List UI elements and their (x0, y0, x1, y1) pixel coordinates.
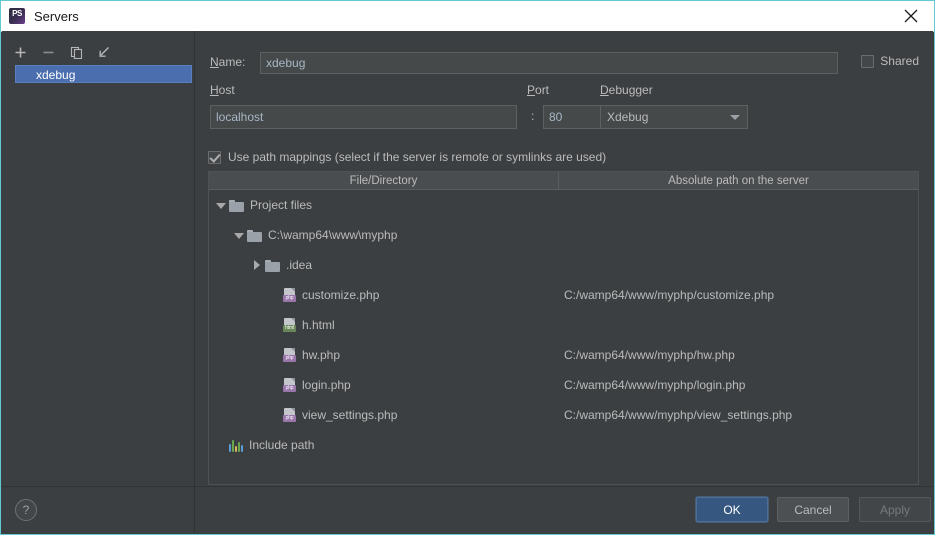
dialog-body: xdebug Name: Shared Host Port Debugger (2, 31, 933, 533)
add-server-button[interactable] (10, 42, 30, 62)
cell-file-directory: html h.html (209, 318, 559, 332)
chevron-down-icon (723, 106, 747, 128)
shared-checkbox-label: Shared (880, 54, 919, 68)
host-port-debugger-row: : Xdebug (210, 105, 919, 129)
table-row[interactable]: .idea (209, 250, 918, 280)
footer-divider (2, 486, 933, 487)
name-row: Name: Shared (210, 52, 919, 74)
table-row[interactable]: html h.html (209, 310, 918, 340)
port-input[interactable] (543, 105, 606, 129)
window-title: Servers (34, 8, 79, 24)
folder-icon (265, 259, 280, 272)
table-row[interactable]: Project files (209, 190, 918, 220)
cell-absolute-path[interactable]: C:/wamp64/www/myphp/view_settings.php (559, 408, 918, 422)
servers-dialog: PS Servers xdebug Name: xdebug Shared Ho… (0, 0, 935, 535)
server-list-item-label: xdebug (36, 68, 76, 82)
chevron-down-icon[interactable] (233, 230, 244, 241)
php-file-icon: php (283, 288, 296, 302)
cell-absolute-path[interactable]: C:/wamp64/www/myphp/hw.php (559, 348, 918, 362)
table-row[interactable]: php view_settings.php C:/wamp64/www/myphp/… (209, 400, 918, 430)
servers-left-panel: xdebug (2, 31, 195, 533)
host-label: Host (210, 83, 235, 97)
column-header-absolute-path[interactable]: Absolute path on the server (559, 172, 918, 189)
debugger-select[interactable]: Xdebug (600, 105, 748, 129)
twisty-placeholder (215, 440, 226, 451)
cell-file-directory: Project files (209, 198, 559, 212)
table-header-row: File/Directory Absolute path on the serv… (209, 172, 918, 190)
table-row[interactable]: Include path (209, 430, 918, 460)
host-port-debugger-labels: Host Port Debugger (210, 83, 919, 99)
host-port-separator: : (531, 109, 535, 123)
cell-file-directory: php login.php (209, 378, 559, 392)
server-list-toolbar (10, 41, 114, 63)
shared-checkbox-box (861, 54, 875, 68)
ok-button[interactable]: OK (696, 497, 768, 522)
twisty-placeholder (269, 410, 280, 421)
folder-icon (229, 199, 244, 212)
row-label: customize.php (302, 288, 380, 302)
apply-button[interactable]: Apply (859, 497, 931, 522)
cell-file-directory: php customize.php (209, 288, 559, 302)
port-label: Port (527, 83, 550, 97)
row-label: C:\wamp64\www\myphp (268, 228, 398, 242)
use-path-mappings-checkbox[interactable]: Use path mappings (select if the server … (208, 150, 606, 164)
name-input[interactable] (260, 52, 838, 74)
cancel-button[interactable]: Cancel (777, 497, 849, 522)
twisty-placeholder (269, 350, 280, 361)
column-header-file-directory[interactable]: File/Directory (209, 172, 559, 189)
import-server-button[interactable] (94, 42, 114, 62)
row-label: h.html (302, 318, 335, 332)
shared-checkbox[interactable]: Shared (861, 54, 919, 68)
table-row[interactable]: php hw.php C:/wamp64/www/myphp/hw.php (209, 340, 918, 370)
use-path-mappings-checkbox-box (208, 150, 221, 164)
cell-file-directory: .idea (209, 258, 559, 272)
name-label: Name: (210, 55, 246, 69)
twisty-placeholder (269, 380, 280, 391)
twisty-placeholder (269, 320, 280, 331)
row-label: hw.php (302, 348, 341, 362)
host-input[interactable] (210, 105, 517, 129)
path-mappings-table: File/Directory Absolute path on the serv… (208, 171, 919, 485)
cell-file-directory: C:\wamp64\www\myphp (209, 228, 559, 242)
chevron-right-icon[interactable] (251, 259, 262, 271)
cell-absolute-path[interactable]: C:/wamp64/www/myphp/login.php (559, 378, 918, 392)
table-row[interactable]: php customize.php C:/wamp64/www/myphp/cust… (209, 280, 918, 310)
chevron-down-icon[interactable] (215, 200, 226, 211)
row-label: login.php (302, 378, 351, 392)
include-path-icon (229, 439, 243, 452)
server-list-item-xdebug[interactable]: xdebug (15, 65, 192, 83)
folder-icon (247, 229, 262, 242)
row-label: Project files (250, 198, 313, 212)
twisty-placeholder (269, 290, 280, 301)
cell-absolute-path[interactable]: C:/wamp64/www/myphp/customize.php (559, 288, 918, 302)
php-file-icon: php (283, 378, 296, 392)
html-file-icon: html (283, 318, 296, 332)
server-details-panel: Name: Shared Host Port Debugger : Xdebug (195, 31, 933, 533)
row-label: Include path (249, 438, 315, 452)
cell-file-directory: php view_settings.php (209, 408, 559, 422)
use-path-mappings-label: Use path mappings (select if the server … (228, 150, 607, 164)
server-list: xdebug (15, 65, 192, 83)
copy-server-button[interactable] (66, 42, 86, 62)
close-icon[interactable] (888, 1, 934, 30)
help-button[interactable]: ? (15, 499, 37, 521)
remove-server-button[interactable] (38, 42, 58, 62)
cell-file-directory: php hw.php (209, 348, 559, 362)
php-file-icon: php (283, 408, 296, 422)
title-bar: PS Servers (1, 1, 934, 32)
phpstorm-icon: PS (9, 8, 25, 24)
php-file-icon: php (283, 348, 296, 362)
row-label: view_settings.php (302, 408, 398, 422)
row-label: .idea (286, 258, 313, 272)
table-body: Project files C:\wamp64\www\myphp .idea php… (209, 190, 918, 460)
table-row[interactable]: C:\wamp64\www\myphp (209, 220, 918, 250)
debugger-label: Debugger (600, 83, 653, 97)
debugger-select-value: Xdebug (607, 110, 649, 124)
table-row[interactable]: php login.php C:/wamp64/www/myphp/login.ph… (209, 370, 918, 400)
cell-file-directory: Include path (209, 438, 559, 452)
